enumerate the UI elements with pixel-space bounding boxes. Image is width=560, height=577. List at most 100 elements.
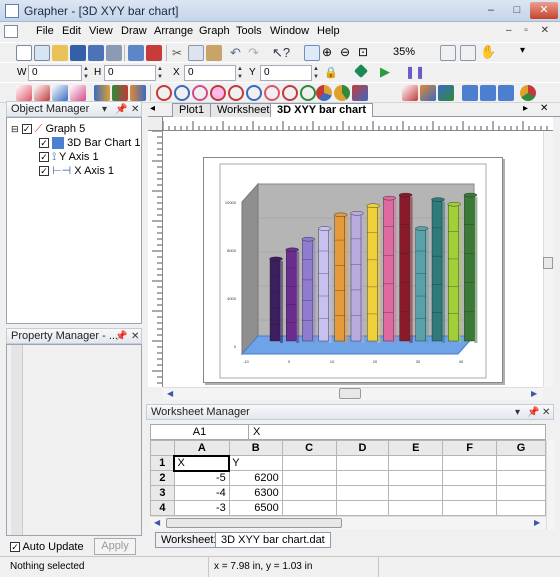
new-icon[interactable] (16, 45, 32, 61)
tree-item-3d-bar-chart[interactable]: ✓ 3D Bar Chart 1 (39, 136, 141, 150)
color-scale-icon[interactable] (520, 85, 536, 101)
width-field[interactable]: 0 (28, 65, 82, 81)
wind-chart-icon[interactable] (210, 85, 226, 101)
table-cell[interactable] (388, 470, 444, 486)
ternary-bubble-icon[interactable] (282, 85, 298, 101)
row-header[interactable]: 4 (150, 500, 175, 516)
column-header[interactable]: B (228, 440, 283, 456)
menu-window[interactable]: Window (270, 25, 309, 37)
cell-value-field[interactable]: X (253, 425, 260, 439)
height-spinner[interactable]: ▲ ▼ (156, 65, 164, 81)
row-header[interactable]: 1 (150, 455, 175, 471)
save-icon[interactable] (70, 45, 86, 61)
scroll-thumb[interactable] (339, 388, 361, 399)
add-plot-icon[interactable] (480, 85, 496, 101)
scroll-left-arrow-icon[interactable]: ◀ (167, 389, 173, 398)
table-cell[interactable] (335, 470, 390, 486)
rose-diagram-icon[interactable] (192, 85, 208, 101)
contour-icon[interactable] (402, 85, 418, 101)
document-icon[interactable] (4, 25, 18, 38)
y-field[interactable]: 0 (260, 65, 312, 81)
tree-item-x-axis[interactable]: ✓ ⊢⊣ X Axis 1 (39, 164, 114, 178)
pin-icon[interactable]: 📌 (115, 103, 127, 117)
panel-dropdown-icon[interactable]: ▾ (515, 406, 520, 420)
table-cell[interactable] (496, 485, 546, 501)
apply-button[interactable]: Apply (94, 538, 136, 555)
table-cell[interactable]: -4 (173, 485, 230, 501)
table-cell[interactable] (335, 500, 390, 516)
tree-item-y-axis[interactable]: ✓ ⟟ Y Axis 1 (39, 150, 99, 164)
menu-draw[interactable]: Draw (121, 25, 147, 37)
line-plot-icon[interactable] (16, 85, 32, 101)
polar-function-icon[interactable] (246, 85, 262, 101)
table-cell[interactable] (335, 455, 390, 471)
table-cell[interactable]: Y (228, 455, 283, 471)
close-button[interactable]: ✕ (530, 2, 558, 19)
play-icon[interactable]: ▶ (380, 64, 390, 80)
add-axis-icon[interactable] (462, 85, 478, 101)
new-worksheet-icon[interactable] (34, 45, 50, 61)
table-cell[interactable]: -5 (173, 470, 230, 486)
table-cell[interactable] (388, 485, 444, 501)
full-page-icon[interactable] (460, 45, 476, 61)
ternary-line-icon[interactable] (300, 85, 316, 101)
table-cell[interactable]: 6300 (228, 485, 283, 501)
table-cell[interactable] (496, 455, 546, 471)
zoom-level[interactable]: 35% (393, 46, 415, 58)
doughnut-icon[interactable] (334, 85, 350, 101)
undo-icon[interactable]: ↶ (230, 45, 241, 61)
table-cell[interactable]: -3 (173, 500, 230, 516)
import-icon[interactable] (128, 45, 144, 61)
pin-icon[interactable]: 📌 (115, 330, 127, 344)
menu-graph[interactable]: Graph (199, 25, 230, 37)
x-field[interactable]: 0 (184, 65, 236, 81)
table-cell[interactable] (442, 470, 498, 486)
pin-icon[interactable]: 📌 (527, 406, 539, 420)
table-cell[interactable]: X (173, 454, 231, 472)
open-icon[interactable] (52, 45, 68, 61)
redo-icon[interactable]: ↷ (248, 45, 259, 61)
copy-icon[interactable] (188, 45, 204, 61)
panel-close-icon[interactable]: ✕ (542, 406, 550, 420)
3d-bar-chart[interactable]: 10000800040000-10 0 10 20 30 40 (204, 158, 504, 384)
table-cell[interactable]: 6200 (228, 470, 283, 486)
menu-file[interactable]: File (36, 25, 54, 37)
tab-plot1[interactable]: Plot1 (172, 103, 212, 117)
table-cell[interactable] (496, 500, 546, 516)
panel-close-icon[interactable]: ✕ (131, 330, 139, 344)
lock-icon[interactable]: 🔒 (324, 66, 338, 79)
paste-icon[interactable] (206, 45, 222, 61)
table-cell[interactable] (496, 470, 546, 486)
table-cell[interactable]: 6500 (228, 500, 283, 516)
surface-icon[interactable] (420, 85, 436, 101)
mdi-window-buttons[interactable]: – ▫ ✕ (506, 25, 554, 36)
y-spinner[interactable]: ▲ ▼ (312, 65, 320, 81)
stop-script-icon[interactable] (353, 63, 369, 79)
toolbar-overflow-icon[interactable]: ▾ (520, 45, 525, 56)
column-chart-icon[interactable] (130, 85, 146, 101)
scroll-left-arrow-icon[interactable]: ◀ (154, 518, 160, 527)
table-cell[interactable] (388, 500, 444, 516)
step-plot-icon[interactable] (52, 85, 68, 101)
grid-corner[interactable] (150, 440, 175, 456)
table-cell[interactable] (281, 500, 337, 516)
scroll-right-arrow-icon[interactable]: ▶ (534, 518, 540, 527)
worksheet-horizontal-scrollbar[interactable]: ◀ ▶ (150, 516, 546, 529)
scroll-right-arrow-icon[interactable]: ▶ (531, 389, 537, 398)
save-as-icon[interactable] (88, 45, 104, 61)
column-header[interactable]: C (281, 440, 337, 456)
minimize-button[interactable]: – (478, 2, 504, 19)
table-cell[interactable] (281, 455, 337, 471)
visibility-checkbox[interactable]: ✓ (39, 138, 49, 149)
table-cell[interactable] (442, 455, 498, 471)
help-pointer-icon[interactable]: ↖? (272, 45, 290, 61)
table-cell[interactable] (281, 470, 337, 486)
row-header[interactable]: 2 (150, 470, 175, 486)
auto-update-checkbox[interactable]: ✓ (10, 542, 20, 553)
scroll-thumb[interactable] (543, 257, 553, 269)
histogram-icon[interactable] (112, 85, 128, 101)
scatter-plot-icon[interactable] (34, 85, 50, 101)
table-cell[interactable] (442, 500, 498, 516)
cell-reference[interactable]: A1 (151, 425, 249, 439)
polar-bar-icon[interactable] (174, 85, 190, 101)
